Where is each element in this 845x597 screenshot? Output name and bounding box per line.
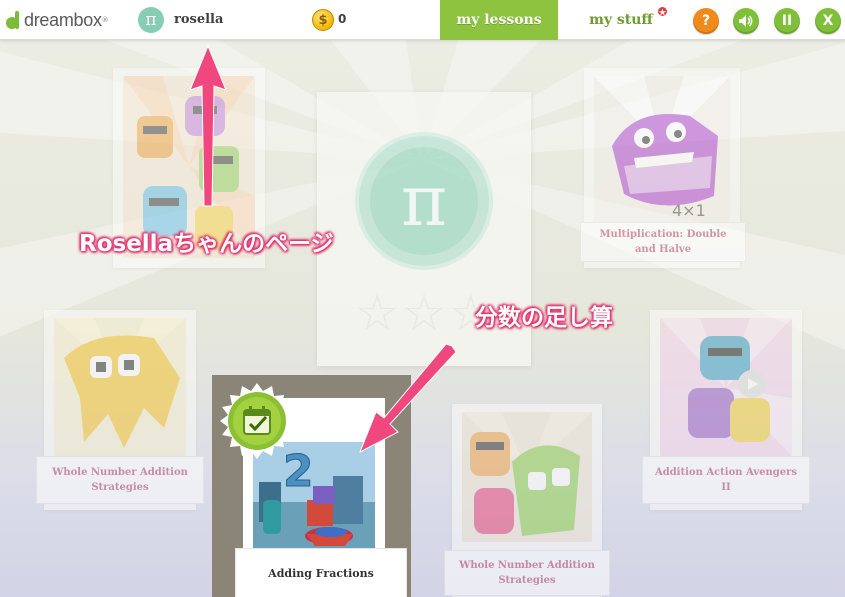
logo-text: dreambox [24,9,102,30]
lesson-card[interactable]: Addition Action Avengers II [642,310,810,510]
annotation-arrow-up-icon [189,44,227,207]
lesson-title: Adding Fractions [235,548,407,597]
annotation-rosella-page: Rosellaちゃんのページ [79,231,334,257]
lesson-title: Whole Number Addition Strategies [444,550,610,596]
lesson-title: Whole Number Addition Strategies [36,456,204,504]
lesson-art-purple-monster: 4×1 [594,76,730,224]
speaker-icon [739,15,753,27]
new-item-star-icon: ★ [657,6,668,17]
annotation-arrow-down-left-icon [359,343,457,454]
svg-text:4×1: 4×1 [672,201,706,220]
lesson-card[interactable]: Whole Number Addition Strategies [36,310,204,510]
tab-my-stuff-label: my stuff [589,12,653,28]
trademark: ® [101,16,109,24]
lesson-title: Multiplication: Double and Halve [580,222,746,262]
tab-my-stuff[interactable]: my stuff ★ [566,0,676,40]
coin-count: 0 [338,12,347,26]
sound-button[interactable] [733,8,759,34]
lesson-art-pink-robots [660,318,792,456]
user-avatar-pi-icon[interactable]: π [138,7,164,33]
tab-my-lessons[interactable]: my lessons [440,0,558,40]
calendar-check-badge-icon [220,383,294,459]
pause-button[interactable]: II [774,8,800,34]
top-bar: dreambox ® π rosella $ 0 my lessons my s… [0,0,845,40]
user-name[interactable]: rosella [174,12,223,27]
lesson-card[interactable]: Whole Number Addition Strategies [444,404,610,597]
lesson-card[interactable]: 4×1 Multiplication: Double and Halve [580,68,746,268]
dreambox-logo[interactable]: dreambox ® [6,9,109,31]
dreambox-logo-icon [6,11,22,29]
coin-icon: $ [312,9,334,31]
lesson-art-yellow-ghost [54,318,186,456]
pi-emblem: π [355,132,493,270]
pi-icon: π [370,147,478,255]
close-button[interactable]: X [815,8,841,34]
annotation-adding-fractions: 分数の足し算 [475,305,613,331]
lesson-art-green-monsters [462,412,592,542]
help-button[interactable]: ? [693,8,719,34]
lesson-title: Addition Action Avengers II [642,456,810,504]
